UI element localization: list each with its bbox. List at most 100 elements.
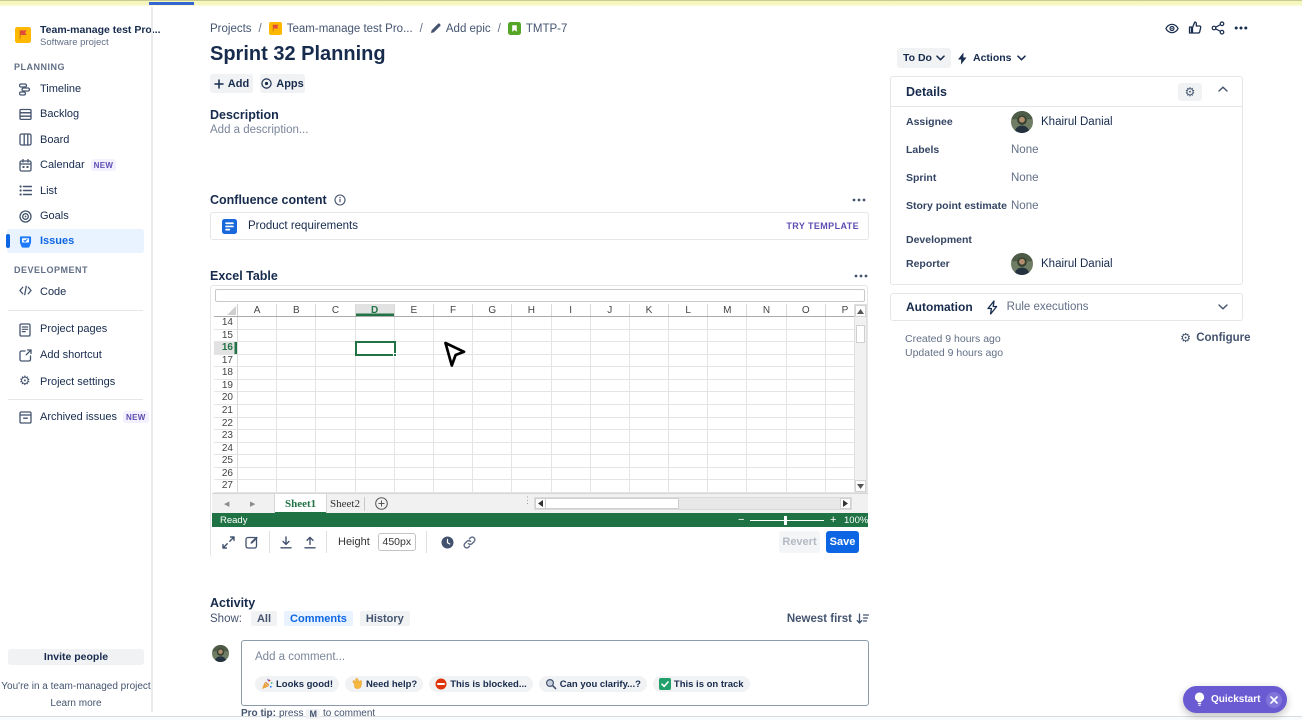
column-header-p[interactable]: P bbox=[826, 304, 854, 316]
cell-n21[interactable] bbox=[747, 405, 786, 418]
cell-p21[interactable] bbox=[826, 405, 854, 418]
cell-h14[interactable] bbox=[512, 317, 551, 330]
cell-m18[interactable] bbox=[708, 367, 747, 380]
cell-l22[interactable] bbox=[669, 418, 708, 431]
status-dropdown[interactable]: To Do bbox=[897, 48, 951, 68]
column-header-g[interactable]: G bbox=[473, 304, 512, 316]
cell-b17[interactable] bbox=[277, 355, 316, 368]
cell-k16[interactable] bbox=[630, 342, 669, 355]
row-header-27[interactable]: 27 bbox=[214, 480, 238, 493]
cell-l16[interactable] bbox=[669, 342, 708, 355]
cell-g14[interactable] bbox=[473, 317, 512, 330]
column-header-o[interactable]: O bbox=[787, 304, 826, 316]
cell-h19[interactable] bbox=[512, 380, 551, 393]
cell-c14[interactable] bbox=[316, 317, 355, 330]
actions-dropdown[interactable]: Actions bbox=[957, 48, 1026, 68]
filter-all[interactable]: All bbox=[251, 611, 277, 626]
cell-f22[interactable] bbox=[434, 418, 473, 431]
cell-p25[interactable] bbox=[826, 455, 854, 468]
tabs-next-icon[interactable]: ▶ bbox=[250, 500, 255, 508]
cell-o18[interactable] bbox=[787, 367, 826, 380]
selected-cell[interactable] bbox=[355, 341, 396, 356]
sort-order-button[interactable]: Newest first bbox=[787, 611, 869, 626]
cell-f14[interactable] bbox=[434, 317, 473, 330]
cell-o15[interactable] bbox=[787, 330, 826, 343]
cell-d20[interactable] bbox=[356, 392, 395, 405]
share-icon[interactable] bbox=[1211, 21, 1225, 35]
cell-f19[interactable] bbox=[434, 380, 473, 393]
cell-o27[interactable] bbox=[787, 480, 826, 493]
cell-o25[interactable] bbox=[787, 455, 826, 468]
cell-j18[interactable] bbox=[591, 367, 630, 380]
cell-m26[interactable] bbox=[708, 468, 747, 481]
cell-d27[interactable] bbox=[356, 480, 395, 493]
cell-o21[interactable] bbox=[787, 405, 826, 418]
cell-d22[interactable] bbox=[356, 418, 395, 431]
cell-h27[interactable] bbox=[512, 480, 551, 493]
sidebar-item-code[interactable]: Code bbox=[7, 280, 144, 304]
fill-handle[interactable] bbox=[393, 353, 397, 357]
cell-h24[interactable] bbox=[512, 443, 551, 456]
cell-m21[interactable] bbox=[708, 405, 747, 418]
cell-e20[interactable] bbox=[395, 392, 434, 405]
cell-g15[interactable] bbox=[473, 330, 512, 343]
cell-p16[interactable] bbox=[826, 342, 854, 355]
cell-l26[interactable] bbox=[669, 468, 708, 481]
cell-c23[interactable] bbox=[316, 430, 355, 443]
cell-n16[interactable] bbox=[747, 342, 786, 355]
cell-b19[interactable] bbox=[277, 380, 316, 393]
row-header-18[interactable]: 18 bbox=[214, 367, 238, 380]
cell-j15[interactable] bbox=[591, 330, 630, 343]
row-header-24[interactable]: 24 bbox=[214, 443, 238, 456]
details-settings-button[interactable]: ⚙ bbox=[1178, 83, 1202, 101]
row-header-17[interactable]: 17 bbox=[214, 355, 238, 368]
cell-a15[interactable] bbox=[238, 330, 277, 343]
cell-c21[interactable] bbox=[316, 405, 355, 418]
cell-j22[interactable] bbox=[591, 418, 630, 431]
quickstart-button[interactable]: Quickstart bbox=[1183, 686, 1287, 713]
cell-p18[interactable] bbox=[826, 367, 854, 380]
cell-m24[interactable] bbox=[708, 443, 747, 456]
scroll-down-button[interactable] bbox=[855, 480, 866, 492]
cell-l24[interactable] bbox=[669, 443, 708, 456]
row-header-22[interactable]: 22 bbox=[214, 418, 238, 431]
cell-n20[interactable] bbox=[747, 392, 786, 405]
quick-reply-need-help[interactable]: Need help? bbox=[345, 676, 423, 692]
spreadsheet-grid[interactable]: ABCDEFGHIJKLMNOP 14151617181920212223242… bbox=[214, 304, 854, 493]
cell-f24[interactable] bbox=[434, 443, 473, 456]
info-icon[interactable] bbox=[334, 194, 346, 206]
cell-b21[interactable] bbox=[277, 405, 316, 418]
cell-g20[interactable] bbox=[473, 392, 512, 405]
cell-g19[interactable] bbox=[473, 380, 512, 393]
cell-d21[interactable] bbox=[356, 405, 395, 418]
cell-d26[interactable] bbox=[356, 468, 395, 481]
cell-i25[interactable] bbox=[552, 455, 591, 468]
cell-j23[interactable] bbox=[591, 430, 630, 443]
cell-d25[interactable] bbox=[356, 455, 395, 468]
cell-g24[interactable] bbox=[473, 443, 512, 456]
chevron-up-icon[interactable] bbox=[1218, 86, 1228, 92]
column-header-b[interactable]: B bbox=[277, 304, 316, 316]
cell-e23[interactable] bbox=[395, 430, 434, 443]
horizontal-scroll-thumb[interactable] bbox=[545, 498, 679, 509]
cell-l25[interactable] bbox=[669, 455, 708, 468]
cell-c22[interactable] bbox=[316, 418, 355, 431]
cell-j19[interactable] bbox=[591, 380, 630, 393]
column-header-h[interactable]: H bbox=[512, 304, 551, 316]
cell-a21[interactable] bbox=[238, 405, 277, 418]
cell-h18[interactable] bbox=[512, 367, 551, 380]
cell-k26[interactable] bbox=[630, 468, 669, 481]
cell-o24[interactable] bbox=[787, 443, 826, 456]
cell-m22[interactable] bbox=[708, 418, 747, 431]
sidebar-item-issues[interactable]: Issues bbox=[7, 229, 144, 253]
cell-i26[interactable] bbox=[552, 468, 591, 481]
confluence-more-button[interactable] bbox=[849, 193, 869, 207]
cell-h15[interactable] bbox=[512, 330, 551, 343]
cell-m23[interactable] bbox=[708, 430, 747, 443]
edit-icon[interactable] bbox=[245, 535, 259, 549]
column-header-d[interactable]: D bbox=[356, 304, 395, 316]
cell-o17[interactable] bbox=[787, 355, 826, 368]
sidebar-item-board[interactable]: Board bbox=[7, 128, 144, 152]
column-header-f[interactable]: F bbox=[434, 304, 473, 316]
cell-c20[interactable] bbox=[316, 392, 355, 405]
